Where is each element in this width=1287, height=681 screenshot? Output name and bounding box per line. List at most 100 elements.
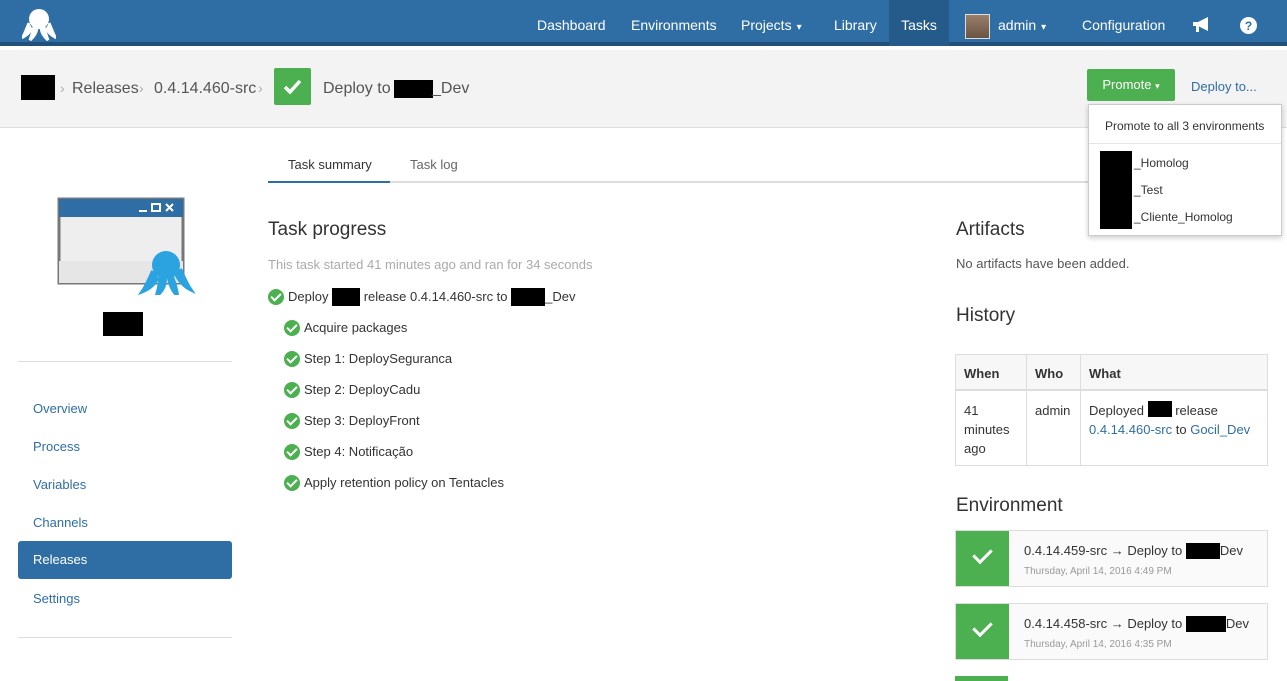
breadcrumb-separator: › — [139, 80, 144, 96]
caret-down-icon: ▾ — [1155, 81, 1160, 91]
environment-deploy-card-partial — [955, 676, 1008, 681]
check-circle-icon — [284, 320, 300, 336]
nav-configuration[interactable]: Configuration — [1082, 0, 1165, 46]
task-tabs: Task summary Task log — [268, 150, 1188, 183]
check-circle-icon — [284, 444, 300, 460]
success-status-icon — [274, 68, 311, 105]
history-who: admin — [1035, 403, 1071, 418]
project-name-redacted — [103, 312, 143, 336]
breadcrumb-separator: › — [60, 80, 65, 96]
environment-deploy-date: Thursday, April 14, 2016 4:35 PM — [1024, 639, 1172, 650]
megaphone-icon[interactable] — [1192, 16, 1212, 34]
task-duration-text: This task started 41 minutes ago and ran… — [268, 257, 593, 272]
history-what-release: release — [1175, 403, 1218, 418]
help-icon[interactable]: ? — [1240, 17, 1257, 34]
history-version-link[interactable]: 0.4.14.460-src — [1089, 422, 1172, 437]
task-main-deploy: Deploy — [288, 289, 329, 304]
task-progress-heading: Task progress — [268, 219, 387, 240]
tab-task-log[interactable]: Task log — [410, 157, 458, 172]
table-column-divider — [1080, 355, 1081, 465]
nav-dashboard[interactable]: Dashboard — [537, 0, 606, 46]
sidebar-item-releases[interactable]: Releases — [18, 541, 232, 579]
nav-user-label: admin — [998, 17, 1037, 33]
project-name-redacted[interactable] — [21, 75, 55, 100]
promote-all-item[interactable]: Promote to all 3 environments — [1105, 119, 1264, 133]
nav-tasks[interactable]: Tasks — [889, 0, 949, 46]
breadcrumb-separator: › — [258, 80, 263, 96]
column-header-when: When — [964, 366, 1000, 381]
history-table: When Who What 41 minutes ago admin Deplo… — [955, 354, 1268, 466]
promote-item-cliente-homolog[interactable]: _Cliente_Homolog — [1134, 210, 1233, 224]
environment-deploy-env: Dev — [1219, 543, 1243, 558]
sidebar-item-channels[interactable]: Channels — [18, 504, 232, 542]
chevron-down-icon: ▾ — [796, 22, 802, 33]
check-circle-icon — [284, 351, 300, 367]
active-tab-indicator — [268, 181, 390, 183]
nav-user-menu[interactable]: admin ▾ — [998, 0, 1046, 46]
svg-text:?: ? — [1245, 19, 1252, 33]
environment-name-redacted — [394, 80, 433, 98]
top-navbar: Dashboard Environments Projects ▾ Library… — [0, 0, 1287, 46]
sidebar-item-overview[interactable]: Overview — [18, 390, 232, 428]
history-when-line: 41 — [964, 403, 979, 418]
divider — [18, 637, 232, 638]
nav-environments[interactable]: Environments — [631, 0, 717, 46]
divider — [18, 361, 232, 362]
breadcrumb-releases[interactable]: Releases — [72, 80, 139, 98]
environment-deploy-card[interactable]: 0.4.14.458-src → Deploy to Dev Thursday,… — [955, 603, 1268, 660]
column-header-what: What — [1089, 366, 1121, 381]
environment-prefix-redacted — [1100, 151, 1132, 229]
sidebar-item-variables[interactable]: Variables — [18, 466, 232, 504]
chevron-down-icon: ▾ — [1041, 22, 1047, 33]
history-when-line: ago — [964, 441, 986, 456]
task-step[interactable]: Step 3: DeployFront — [304, 412, 420, 430]
history-when: 41 minutes ago — [964, 401, 1010, 458]
environment-name-redacted — [511, 288, 546, 306]
artifacts-empty-text: No artifacts have been added. — [956, 256, 1130, 271]
table-column-divider — [1026, 355, 1027, 465]
history-what-to: to — [1175, 422, 1187, 437]
promote-item-test[interactable]: _Test — [1134, 183, 1163, 197]
promote-button[interactable]: Promote ▾ — [1087, 69, 1175, 101]
promote-label: Promote — [1102, 77, 1152, 92]
history-when-line: minutes — [964, 422, 1010, 437]
page-title-suffix: _Dev — [432, 80, 470, 97]
environment-deploy-card[interactable]: 0.4.14.459-src → Deploy to Dev Thursday,… — [955, 530, 1268, 587]
environment-deploy-text: 0.4.14.458-src → Deploy to — [1024, 616, 1183, 631]
page-title-prefix: Deploy to — [323, 80, 391, 97]
success-check-icon — [956, 604, 1009, 659]
deploy-to-link[interactable]: Deploy to... — [1191, 79, 1257, 94]
task-step[interactable]: Step 1: DeploySeguranca — [304, 350, 452, 368]
column-header-who: Who — [1035, 366, 1064, 381]
promote-item-homolog[interactable]: _Homolog — [1134, 156, 1189, 170]
check-circle-icon — [268, 289, 284, 305]
task-main-step[interactable]: Deploy release 0.4.14.460-src to _Dev — [288, 288, 576, 306]
avatar[interactable] — [965, 14, 990, 39]
sidebar-item-process[interactable]: Process — [18, 428, 232, 466]
task-step[interactable]: Acquire packages — [304, 319, 407, 337]
check-circle-icon — [284, 382, 300, 398]
environment-deploy-title: 0.4.14.458-src → Deploy to Dev — [1024, 616, 1249, 632]
nav-library[interactable]: Library — [834, 0, 877, 46]
nav-projects-label: Projects — [741, 17, 792, 33]
sidebar-item-settings[interactable]: Settings — [18, 580, 232, 618]
history-environment-link[interactable]: Gocil_Dev — [1190, 422, 1250, 437]
check-circle-icon — [284, 475, 300, 491]
check-circle-icon — [284, 413, 300, 429]
artifacts-heading: Artifacts — [956, 219, 1025, 240]
task-step[interactable]: Apply retention policy on Tentacles — [304, 474, 504, 492]
environment-deploy-date: Thursday, April 14, 2016 4:49 PM — [1024, 566, 1172, 577]
tab-task-summary[interactable]: Task summary — [288, 157, 372, 172]
octopus-logo-icon[interactable] — [22, 7, 56, 41]
task-step[interactable]: Step 4: Notificação — [304, 443, 413, 461]
task-step[interactable]: Step 2: DeployCadu — [304, 381, 420, 399]
promote-dropdown-menu: Promote to all 3 environments _Homolog _… — [1088, 104, 1282, 236]
history-heading: History — [956, 305, 1016, 326]
task-main-release: release 0.4.14.460-src to — [363, 289, 508, 304]
environment-name-redacted — [1185, 543, 1220, 559]
breadcrumb-version[interactable]: 0.4.14.460-src — [154, 80, 256, 98]
environment-heading: Environment — [956, 495, 1063, 516]
environment-deploy-text: 0.4.14.459-src → Deploy to — [1024, 543, 1183, 558]
nav-projects[interactable]: Projects ▾ — [741, 0, 802, 46]
project-name-redacted — [332, 288, 361, 306]
